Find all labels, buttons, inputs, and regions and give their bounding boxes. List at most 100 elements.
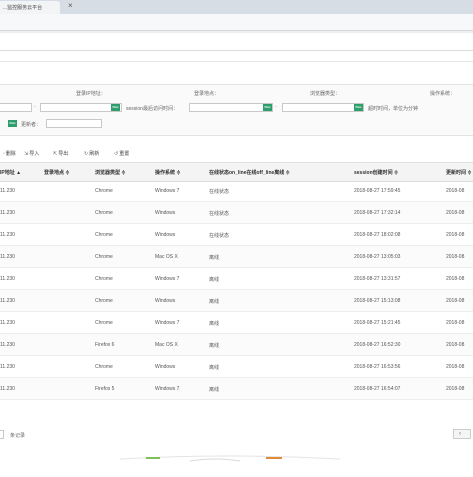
deco-mark-green <box>146 457 160 459</box>
session-end-input[interactable] <box>282 103 364 112</box>
cell-status: 离线 <box>209 343 220 349</box>
cell-session-created: 2018-08-27 17:32:14 <box>354 210 401 216</box>
cell-session-created: 2018-08-27 15:21:45 <box>354 320 401 326</box>
cell-status: 在线状态 <box>209 211 230 217</box>
cell-ip: 11.230 <box>0 364 15 370</box>
calendar-icon[interactable]: BEE <box>8 120 17 127</box>
table-row[interactable]: 11.230 Chrome Windows 在线状态 2018-08-27 18:02:… <box>0 224 473 246</box>
cell-status: 离线 <box>209 255 220 261</box>
cell-session-created: 2018-08-27 15:13:08 <box>354 298 401 304</box>
table-row[interactable]: 11.230 Chrome Windows 离线 2018-08-27 16:53:56… <box>0 356 473 378</box>
table-row[interactable]: 11.230 Chrome Windows 7 离线 2018-08-27 13:31:… <box>0 268 473 290</box>
cell-os: Windows <box>155 210 176 216</box>
cell-session-created: 2018-08-27 16:53:56 <box>354 364 401 370</box>
cell-updated: 2018-08 <box>446 210 465 216</box>
cell-updated: 2018-08 <box>446 188 465 194</box>
separator-dash: - <box>275 104 277 110</box>
column-header-session-created[interactable]: session创建时间 ≑ <box>354 169 398 176</box>
cell-os: Windows 7 <box>155 320 180 326</box>
refresh-label: 刷新 <box>89 151 100 157</box>
footer-decoration <box>120 455 340 462</box>
cell-os: Mac OS X <box>155 254 178 260</box>
cell-ip: 11.230 <box>0 210 15 216</box>
cell-session-created: 2018-08-27 13:05:03 <box>354 254 401 260</box>
cell-session-created: 2018-08-27 17:59:45 <box>354 188 401 194</box>
cell-updated: 2018-08 <box>446 276 465 282</box>
cell-ip: 11.230 <box>0 232 15 238</box>
cell-updated: 2018-08 <box>446 298 465 304</box>
trash-icon: ▫ <box>3 151 5 157</box>
cell-updated: 2018-08 <box>446 364 465 370</box>
os-label: 操作系统： <box>430 91 456 97</box>
pager-prev-button[interactable]: ‹ <box>453 429 471 439</box>
tab-close-icon[interactable]: × <box>68 2 73 10</box>
session-start-input[interactable] <box>189 103 273 112</box>
toolbar: ▫删除 ⇲导入 ⇱导出 ↻刷新 ↺重置 <box>0 147 473 161</box>
separator-dash: - <box>34 104 36 110</box>
cell-ip: 11.230 <box>0 342 15 348</box>
cell-browser: Chrome <box>95 364 113 370</box>
browser-tab[interactable]: ...监控服务云平台 <box>0 1 60 14</box>
cell-os: Windows <box>155 364 176 370</box>
column-header-status[interactable]: 在线状态on_line在线off_line离线 ≑ <box>209 169 290 176</box>
export-label: 导出 <box>58 151 69 157</box>
login-ip-input-end[interactable] <box>40 103 122 112</box>
calendar-icon[interactable]: BEE <box>111 104 120 111</box>
import-icon: ⇲ <box>24 151 29 157</box>
session-last-access-label: session最后访问时间： <box>126 106 178 112</box>
cell-ip: 11.230 <box>0 188 15 194</box>
import-button[interactable]: ⇲导入 <box>24 150 39 157</box>
login-place-label: 登录地点： <box>194 91 220 97</box>
cell-ip: 11.230 <box>0 254 15 260</box>
page-size-select[interactable] <box>0 430 4 439</box>
cell-updated: 2018-08 <box>446 254 465 260</box>
app-header <box>0 33 473 62</box>
reset-button[interactable]: ↺重置 <box>114 150 129 157</box>
address-bar[interactable] <box>0 14 473 31</box>
header-divider <box>0 50 473 51</box>
search-panel: 登录IP地址： 登录地点： 浏览器类型： 操作系统： - BEE session… <box>0 84 473 136</box>
timeout-label: 超时时间，单位为分钟 <box>368 106 419 112</box>
refresh-button[interactable]: ↻刷新 <box>84 150 99 157</box>
column-header-login-place[interactable]: 登录地点 ≑ <box>44 169 70 176</box>
browser-type-label: 浏览器类型： <box>310 91 341 97</box>
calendar-icon[interactable]: BEE <box>354 104 363 111</box>
session-table: IP地址 ▲ 登录地点 ≑ 浏览器类型 ≑ 操作系统 ≑ 在线状态on_line… <box>0 162 473 404</box>
table-row[interactable]: 11.230 Chrome Mac OS X 离线 2018-08-27 13:05:0… <box>0 246 473 268</box>
updater-input[interactable] <box>46 119 102 128</box>
cell-status: 在线状态 <box>209 233 230 239</box>
refresh-icon: ↻ <box>84 151 89 157</box>
cell-browser: Firefox 6 <box>95 342 115 348</box>
table-row[interactable]: 11.230 Chrome Windows 在线状态 2018-08-27 17:32:… <box>0 202 473 224</box>
export-button[interactable]: ⇱导出 <box>53 150 68 157</box>
column-header-updated[interactable]: 更新时间 ≑ <box>446 169 472 176</box>
cell-status: 离线 <box>209 277 220 283</box>
cell-os: Windows <box>155 298 176 304</box>
cell-os: Windows 7 <box>155 188 180 194</box>
column-header-ip[interactable]: IP地址 ▲ <box>0 169 21 176</box>
cell-status: 离线 <box>209 387 220 393</box>
calendar-icon[interactable]: BEE <box>263 104 272 111</box>
login-ip-input[interactable] <box>0 103 32 112</box>
cell-os: Windows 7 <box>155 276 180 282</box>
cell-browser: Chrome <box>95 232 113 238</box>
table-row[interactable]: 11.230 Chrome Windows 离线 2018-08-27 15:13:08… <box>0 290 473 312</box>
table-row[interactable]: 11.230 Chrome Windows 7 在线状态 2018-08-27 17:5… <box>0 180 473 202</box>
login-ip-label: 登录IP地址： <box>76 91 106 97</box>
table-row[interactable]: 11.230 Chrome Windows 7 离线 2018-08-27 15:21:… <box>0 312 473 334</box>
cell-browser: Chrome <box>95 320 113 326</box>
cell-ip: 11.230 <box>0 298 15 304</box>
column-header-browser[interactable]: 浏览器类型 ≑ <box>95 169 126 176</box>
cell-status: 离线 <box>209 299 220 305</box>
delete-button[interactable]: ▫删除 <box>3 150 16 157</box>
table-row[interactable]: 11.230 Firefox 6 Mac OS X 离线 2018-08-27 16:5… <box>0 334 473 356</box>
table-row[interactable]: 11.230 Firefox 5 Windows 7 离线 2018-08-27 16:… <box>0 378 473 400</box>
tab-title: ...监控服务云平台 <box>3 5 43 11</box>
cell-os: Windows 7 <box>155 386 180 392</box>
cell-updated: 2018-08 <box>446 386 465 392</box>
column-header-os[interactable]: 操作系统 ≑ <box>155 169 181 176</box>
cell-updated: 2018-08 <box>446 320 465 326</box>
cell-updated: 2018-08 <box>446 232 465 238</box>
delete-label: 删除 <box>5 151 16 157</box>
chevron-left-icon: ‹ <box>459 431 461 437</box>
